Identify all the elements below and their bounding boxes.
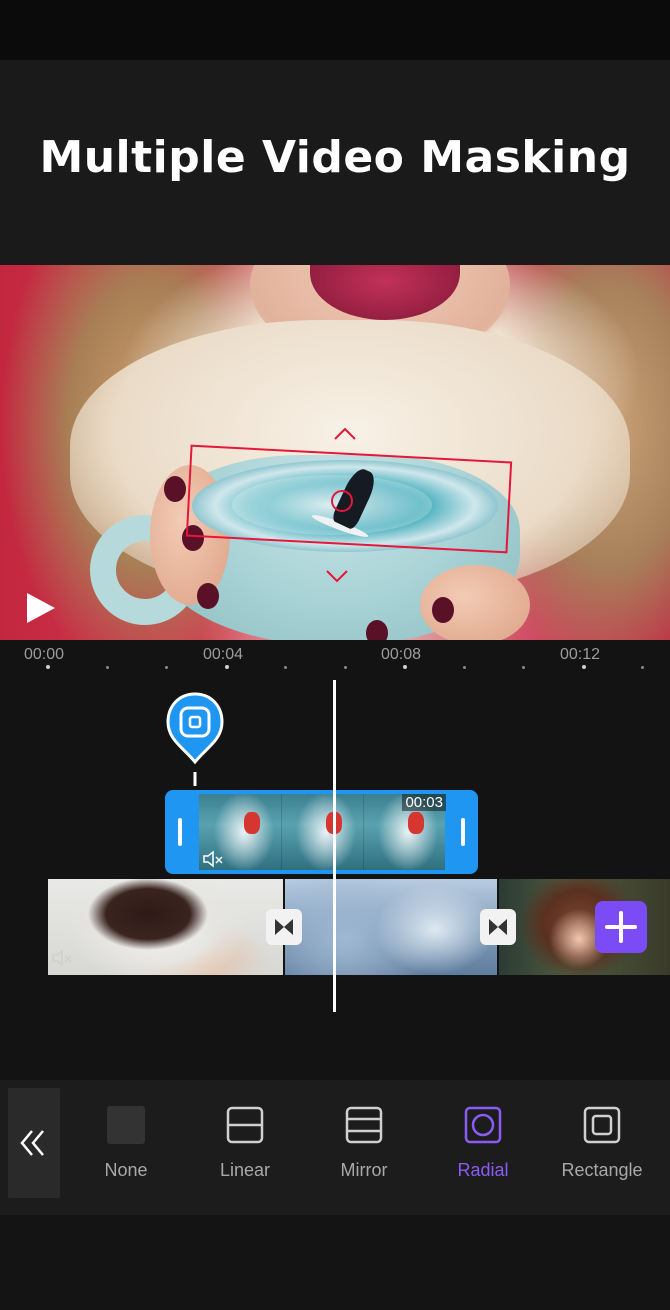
- rectangle-mask-icon: [583, 1106, 621, 1144]
- mask-center-handle[interactable]: [331, 490, 353, 512]
- mask-keyframe-pin[interactable]: [166, 692, 224, 788]
- thumbnail-surfer: [244, 812, 260, 834]
- ruler-tick: [165, 666, 168, 669]
- preview-nail: [197, 583, 219, 609]
- mask-option-radial[interactable]: Radial: [428, 1106, 538, 1186]
- chevron-down-icon[interactable]: [326, 569, 348, 583]
- ruler-label: 00:08: [381, 646, 422, 663]
- timeline[interactable]: 00:03: [0, 680, 670, 1080]
- mask-option-none[interactable]: None: [71, 1106, 181, 1186]
- main-video-track[interactable]: [48, 879, 670, 975]
- linear-mask-icon: [226, 1106, 264, 1144]
- video-clip-snowflake[interactable]: [285, 879, 497, 975]
- ruler-tick: [225, 665, 229, 669]
- mute-icon[interactable]: [52, 949, 74, 967]
- ruler-label: 00:12: [560, 646, 601, 663]
- mask-toolbar: None Linear Mirror Radial Rectangle: [0, 1080, 670, 1215]
- ruler-label: 00:04: [203, 646, 244, 663]
- timeline-ruler[interactable]: 00:00 00:04 00:08 00:12: [0, 640, 670, 680]
- mirror-mask-icon: [345, 1106, 383, 1144]
- ruler-tick: [522, 666, 525, 669]
- ruler-tick: [582, 665, 586, 669]
- ruler-tick: [641, 666, 644, 669]
- transition-icon[interactable]: [266, 909, 302, 945]
- none-mask-icon: [107, 1106, 145, 1144]
- video-clip-coffee[interactable]: [48, 879, 283, 975]
- thumbnail-divider: [363, 794, 364, 870]
- transition-icon[interactable]: [480, 909, 516, 945]
- mute-icon[interactable]: [203, 850, 225, 868]
- mask-option-label: Linear: [219, 1160, 271, 1180]
- overlay-clip[interactable]: 00:03: [165, 790, 478, 874]
- overlay-trim-handle-left[interactable]: [178, 818, 182, 846]
- mask-option-label: None: [104, 1160, 148, 1180]
- mask-option-mirror[interactable]: Mirror: [309, 1106, 419, 1186]
- video-preview[interactable]: [0, 265, 670, 640]
- add-clip-button[interactable]: [595, 901, 647, 953]
- mask-option-label: Rectangle: [561, 1160, 643, 1180]
- play-icon[interactable]: [24, 591, 58, 625]
- ruler-tick: [284, 666, 287, 669]
- mask-option-rectangle[interactable]: Rectangle: [547, 1106, 657, 1186]
- collapse-button[interactable]: [8, 1088, 60, 1198]
- ruler-tick: [106, 666, 109, 669]
- overlay-duration: 00:03: [402, 794, 446, 811]
- ruler-label: 00:00: [24, 646, 65, 663]
- mask-option-label: Mirror: [340, 1160, 388, 1180]
- ruler-tick: [403, 665, 407, 669]
- bottom-area: [0, 1215, 670, 1310]
- preview-nail: [366, 620, 388, 640]
- radial-mask-icon: [464, 1106, 502, 1144]
- thumbnail-surfer: [408, 812, 424, 834]
- ruler-tick: [344, 666, 347, 669]
- chevron-up-icon[interactable]: [334, 427, 356, 441]
- mask-option-linear[interactable]: Linear: [190, 1106, 300, 1186]
- preview-nail: [432, 597, 454, 623]
- page-title: Multiple Video Masking: [39, 132, 631, 183]
- playhead[interactable]: [333, 680, 336, 1012]
- preview-nail: [164, 476, 186, 502]
- status-bar: [0, 0, 670, 60]
- overlay-trim-handle-right[interactable]: [461, 818, 465, 846]
- thumbnail-divider: [281, 794, 282, 870]
- ruler-tick: [463, 666, 466, 669]
- mask-option-label: Radial: [457, 1160, 509, 1180]
- ruler-tick: [46, 665, 50, 669]
